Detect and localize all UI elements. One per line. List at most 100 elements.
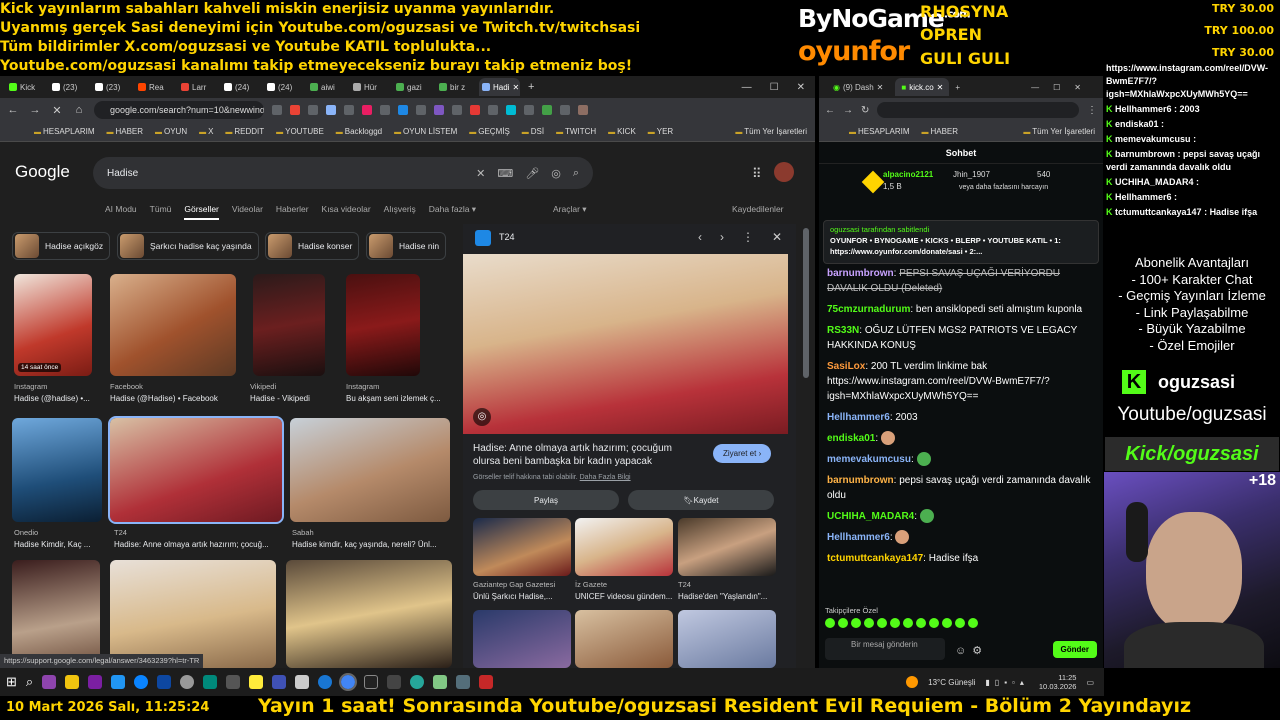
bookmark[interactable]: YER (648, 127, 673, 136)
chat-user[interactable]: SasiLox (827, 361, 865, 372)
browser-tab[interactable]: Rea (135, 78, 176, 96)
image-result[interactable] (290, 418, 450, 522)
browser-tab[interactable]: (24) (221, 78, 262, 96)
preview-image[interactable]: ◎ (463, 254, 788, 434)
image-result[interactable]: 14 saat önce (14, 274, 92, 376)
next-icon[interactable]: › (720, 230, 724, 244)
related-image[interactable] (678, 610, 776, 668)
bookmark[interactable]: HESAPLARIM (849, 127, 910, 136)
related-chip[interactable]: Hadise açıkgöz (12, 232, 111, 260)
bookmark[interactable]: YOUTUBE (276, 127, 324, 136)
browser-tab[interactable]: ◉ (9) Dash ✕ (827, 78, 889, 96)
chat-user[interactable]: tctumuttcankaya147 (827, 553, 923, 564)
image-result[interactable] (110, 274, 236, 376)
image-result[interactable] (110, 560, 276, 668)
tools-button[interactable]: Araçlar ▾ (553, 204, 587, 215)
taskbar-app-icon[interactable] (203, 675, 218, 689)
home-icon[interactable]: ⌂ (72, 104, 86, 116)
extension-icon[interactable] (398, 105, 408, 115)
url-field[interactable]: google.com/search?num=10&newwind... (94, 101, 264, 119)
tab-shopping[interactable]: Alışveriş (384, 204, 416, 220)
image-caption[interactable]: Instagram Hadise (@hadise) •... (14, 382, 96, 403)
forward-icon[interactable]: → (843, 105, 853, 116)
lens-search-icon[interactable]: ◎ (473, 408, 491, 426)
scrollbar[interactable] (803, 228, 809, 378)
extension-icon[interactable] (488, 105, 498, 115)
related-chip[interactable]: Hadise nin (366, 232, 447, 260)
bookmark[interactable]: X (199, 127, 213, 136)
taskbar-app-icon[interactable] (364, 675, 379, 689)
image-caption[interactable]: Vikipedi Hadise - Vikipedi (250, 382, 340, 403)
extension-icon[interactable] (326, 105, 336, 115)
clear-icon[interactable]: ✕ (476, 167, 485, 180)
bookmark[interactable]: TWITCH (556, 127, 596, 136)
close-panel-icon[interactable]: ✕ (772, 230, 782, 244)
taskbar-app-icon[interactable] (65, 675, 80, 689)
keyboard-icon[interactable]: ⌨ (497, 167, 513, 180)
new-tab-icon[interactable]: + (528, 81, 534, 93)
emote-icon[interactable] (916, 618, 926, 628)
taskbar-app-icon[interactable] (433, 675, 448, 689)
extension-icon[interactable] (452, 105, 462, 115)
send-button[interactable]: Gönder (1052, 641, 1097, 658)
search-box[interactable]: Hadise ✕ ⌨ 🎤︎ ◎ ⌕ (93, 157, 593, 189)
bookmark[interactable]: OYUN LİSTEM (394, 127, 457, 136)
maximize-icon[interactable]: ☐ (770, 82, 779, 93)
gifter-name[interactable]: alpacino2121 (883, 170, 933, 179)
chat-user[interactable]: barnumbrown (827, 475, 894, 486)
related-caption[interactable]: Gaziantep Gap Gazetesi Ünlü Şarkıcı Hadis… (473, 580, 573, 601)
bookmark[interactable]: OYUN (155, 127, 187, 136)
related-image[interactable] (473, 610, 571, 668)
chat-user[interactable]: endiska01 (827, 433, 875, 444)
prev-icon[interactable]: ‹ (698, 230, 702, 244)
start-icon[interactable]: ⊞ (6, 674, 17, 690)
more-icon[interactable]: ⋮ (742, 230, 754, 244)
stop-icon[interactable]: ✕ (50, 104, 64, 117)
emote-icon[interactable] (929, 618, 939, 628)
browser-tab[interactable]: bir z (436, 78, 477, 96)
forward-icon[interactable]: → (28, 104, 42, 116)
emote-icon[interactable] (903, 618, 913, 628)
related-image[interactable] (678, 518, 776, 576)
browser-tab[interactable]: (23) (92, 78, 133, 96)
taskbar-app-icon[interactable] (157, 675, 172, 689)
weather-text[interactable]: 13°C Güneşli (928, 678, 975, 687)
image-caption[interactable]: Facebook Hadise (@Hadise) • Facebook (110, 382, 240, 403)
extension-icon[interactable] (362, 105, 372, 115)
tab-images[interactable]: Görseller (184, 204, 219, 220)
reload-icon[interactable]: ↻ (861, 105, 869, 116)
image-caption[interactable]: T24 Hadise: Anne olmaya artık hazırım; ço… (114, 528, 280, 549)
related-caption[interactable]: T24 Hadise'den "Yaşlandın"... (678, 580, 778, 601)
share-button[interactable]: Paylaş (473, 490, 619, 510)
tab-all[interactable]: Tümü (150, 204, 172, 220)
saved-button[interactable]: Kaydedilenler (732, 204, 784, 214)
browser-tab[interactable]: Larr (178, 78, 219, 96)
lens-icon[interactable]: ◎ (551, 167, 561, 180)
search-input[interactable]: Hadise (107, 168, 476, 179)
extension-icon[interactable] (524, 105, 534, 115)
chat-user[interactable]: 75cmzurnadurum (827, 304, 910, 315)
browser-tab[interactable]: gazi (393, 78, 434, 96)
save-button[interactable]: 🔖︎ Kaydet (628, 490, 774, 510)
mic-icon[interactable]: 🎤︎ (525, 167, 539, 180)
bookmark[interactable]: DSİ (522, 127, 544, 136)
browser-tab[interactable]: (24) (264, 78, 305, 96)
taskbar-app-icon[interactable] (479, 675, 494, 689)
browser-tab[interactable]: (23) (49, 78, 90, 96)
image-result[interactable] (12, 418, 102, 522)
apps-grid-icon[interactable]: ⠿ (752, 166, 762, 182)
related-chip[interactable]: Şarkıcı hadise kaç yaşında (117, 232, 259, 260)
taskbar-app-icon[interactable] (318, 675, 333, 689)
taskbar-app-icon[interactable] (387, 675, 402, 689)
chat-user[interactable]: UCHIHA_MADAR4 (827, 511, 914, 522)
chrome-taskbar-icon[interactable] (339, 673, 358, 691)
taskbar-app-icon[interactable] (134, 675, 149, 689)
taskbar-app-icon[interactable] (272, 675, 287, 689)
browser-tab[interactable]: Kick (6, 78, 47, 96)
image-caption[interactable]: Sabah Hadise kimdir, kaç yaşında, nereli?… (292, 528, 448, 549)
notification-icon[interactable]: ▭ (1086, 678, 1094, 687)
back-icon[interactable]: ← (825, 105, 835, 116)
all-bookmarks[interactable]: Tüm Yer İşaretleri (735, 127, 815, 136)
emote-icon[interactable] (838, 618, 848, 628)
browser-tab[interactable]: aiwi (307, 78, 348, 96)
